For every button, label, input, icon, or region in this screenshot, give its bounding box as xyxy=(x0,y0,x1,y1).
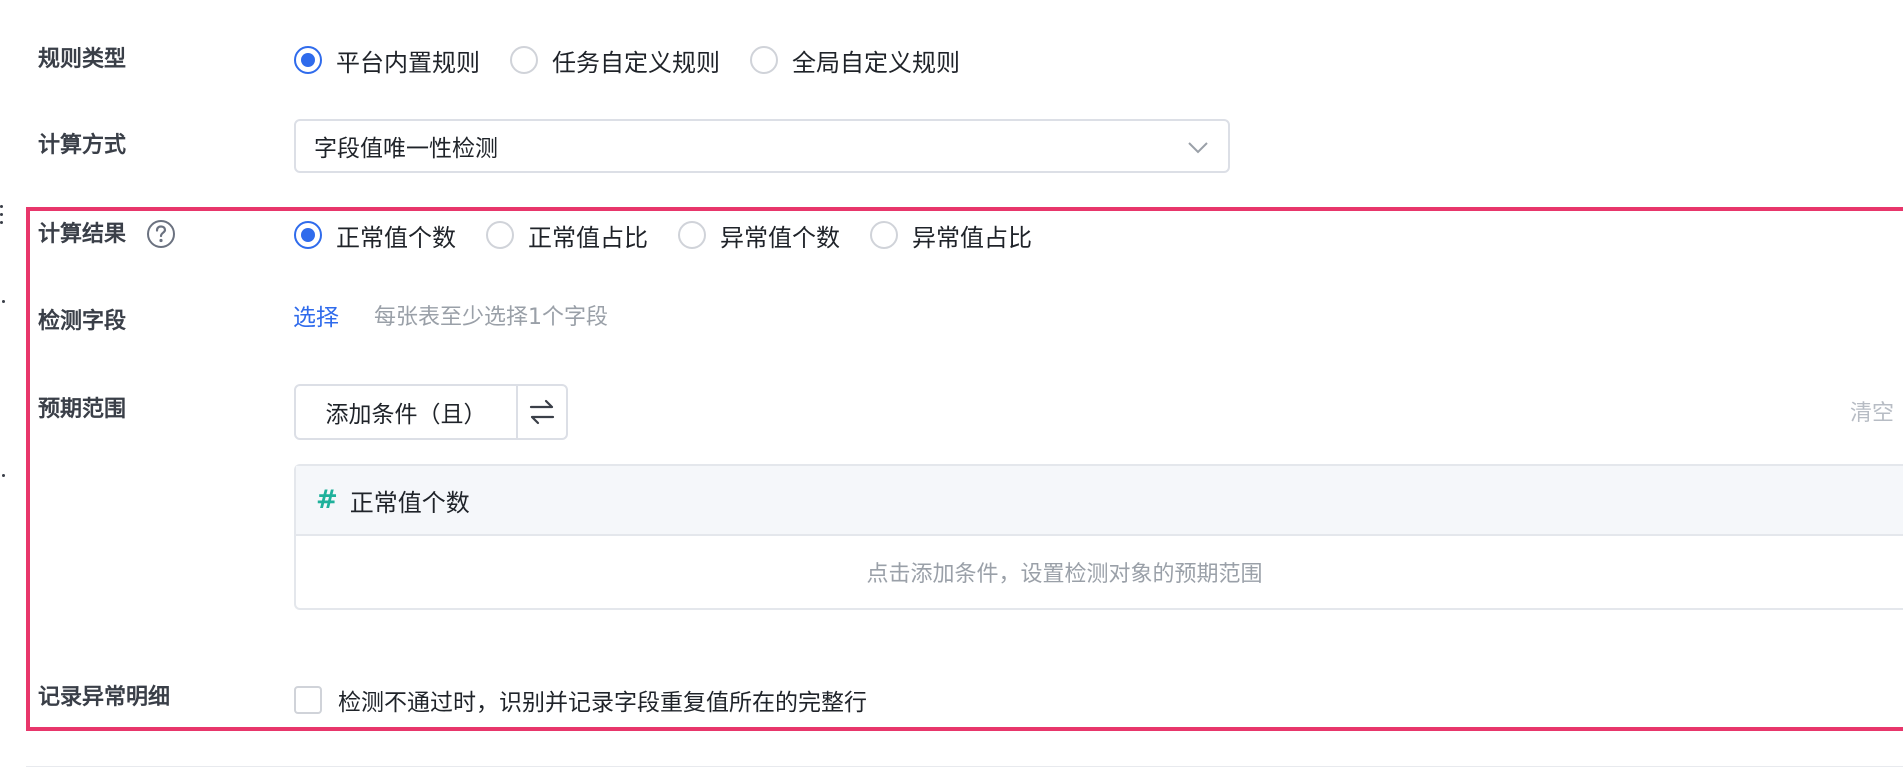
radio-unselected-icon[interactable] xyxy=(486,221,514,249)
record-detail-checkbox-label: 检测不通过时，识别并记录字段重复值所在的完整行 xyxy=(338,690,867,716)
rule-type-radio-group: 平台内置规则 任务自定义规则 全局自定义规则 xyxy=(294,43,990,77)
radio-unselected-icon[interactable] xyxy=(870,221,898,249)
hash-icon: # xyxy=(316,485,338,515)
radio-selected-icon[interactable] xyxy=(294,46,322,74)
record-detail-checkbox[interactable] xyxy=(294,686,322,714)
detect-field-label: 检测字段 xyxy=(38,309,127,334)
condition-panel: # 正常值个数 点击添加条件，设置检测对象的预期范围 xyxy=(294,464,1903,610)
add-condition-button[interactable]: 添加条件（且） xyxy=(296,386,518,438)
radio-label: 全局自定义规则 xyxy=(792,48,960,77)
radio-label: 异常值个数 xyxy=(720,223,840,252)
condition-field-name: 正常值个数 xyxy=(349,488,470,517)
radio-label: 正常值占比 xyxy=(528,223,648,252)
rule-config-form: 规则类型 平台内置规则 任务自定义规则 全局自定义规则 计算方式 字段值唯一性检… xyxy=(0,0,1903,768)
record-detail-label: 记录异常明细 xyxy=(38,685,171,710)
condition-panel-header: # 正常值个数 xyxy=(296,466,1903,536)
radio-platform-builtin[interactable]: 平台内置规则 xyxy=(294,43,480,78)
radio-normal-count[interactable]: 正常值个数 xyxy=(294,218,456,253)
swap-icon[interactable] xyxy=(518,386,566,438)
question-circle-icon[interactable] xyxy=(146,219,176,253)
radio-abnormal-ratio[interactable]: 异常值占比 xyxy=(870,218,1032,253)
calc-result-radio-group: 正常值个数 正常值占比 异常值个数 异常值占比 xyxy=(294,218,1062,252)
select-field-link[interactable]: 选择 xyxy=(293,298,339,332)
rule-type-label: 规则类型 xyxy=(38,47,127,72)
calc-result-label: 计算结果 xyxy=(38,222,127,247)
edge-dot xyxy=(2,474,5,477)
radio-unselected-icon[interactable] xyxy=(678,221,706,249)
radio-label: 正常值个数 xyxy=(336,223,456,252)
select-value: 字段值唯一性检测 xyxy=(314,136,498,162)
radio-task-custom[interactable]: 任务自定义规则 xyxy=(510,43,720,78)
edge-handle xyxy=(0,205,8,229)
radio-label: 任务自定义规则 xyxy=(552,48,720,77)
radio-label: 异常值占比 xyxy=(912,223,1032,252)
chevron-down-icon xyxy=(1186,135,1210,163)
radio-abnormal-count[interactable]: 异常值个数 xyxy=(678,218,840,253)
radio-selected-icon[interactable] xyxy=(294,221,322,249)
detect-field-hint: 每张表至少选择1个字段 xyxy=(374,305,608,330)
divider xyxy=(26,766,1903,767)
radio-unselected-icon[interactable] xyxy=(750,46,778,74)
add-condition-control: 添加条件（且） xyxy=(294,384,568,440)
radio-unselected-icon[interactable] xyxy=(510,46,538,74)
calc-method-select[interactable]: 字段值唯一性检测 xyxy=(294,119,1230,173)
condition-empty-placeholder[interactable]: 点击添加条件，设置检测对象的预期范围 xyxy=(296,536,1903,608)
clear-button[interactable]: 清空 xyxy=(1850,395,1894,427)
radio-global-custom[interactable]: 全局自定义规则 xyxy=(750,43,960,78)
expected-range-label: 预期范围 xyxy=(38,397,127,422)
calc-method-label: 计算方式 xyxy=(38,133,127,158)
radio-normal-ratio[interactable]: 正常值占比 xyxy=(486,218,648,253)
edge-dot xyxy=(2,300,5,303)
radio-label: 平台内置规则 xyxy=(336,48,480,77)
